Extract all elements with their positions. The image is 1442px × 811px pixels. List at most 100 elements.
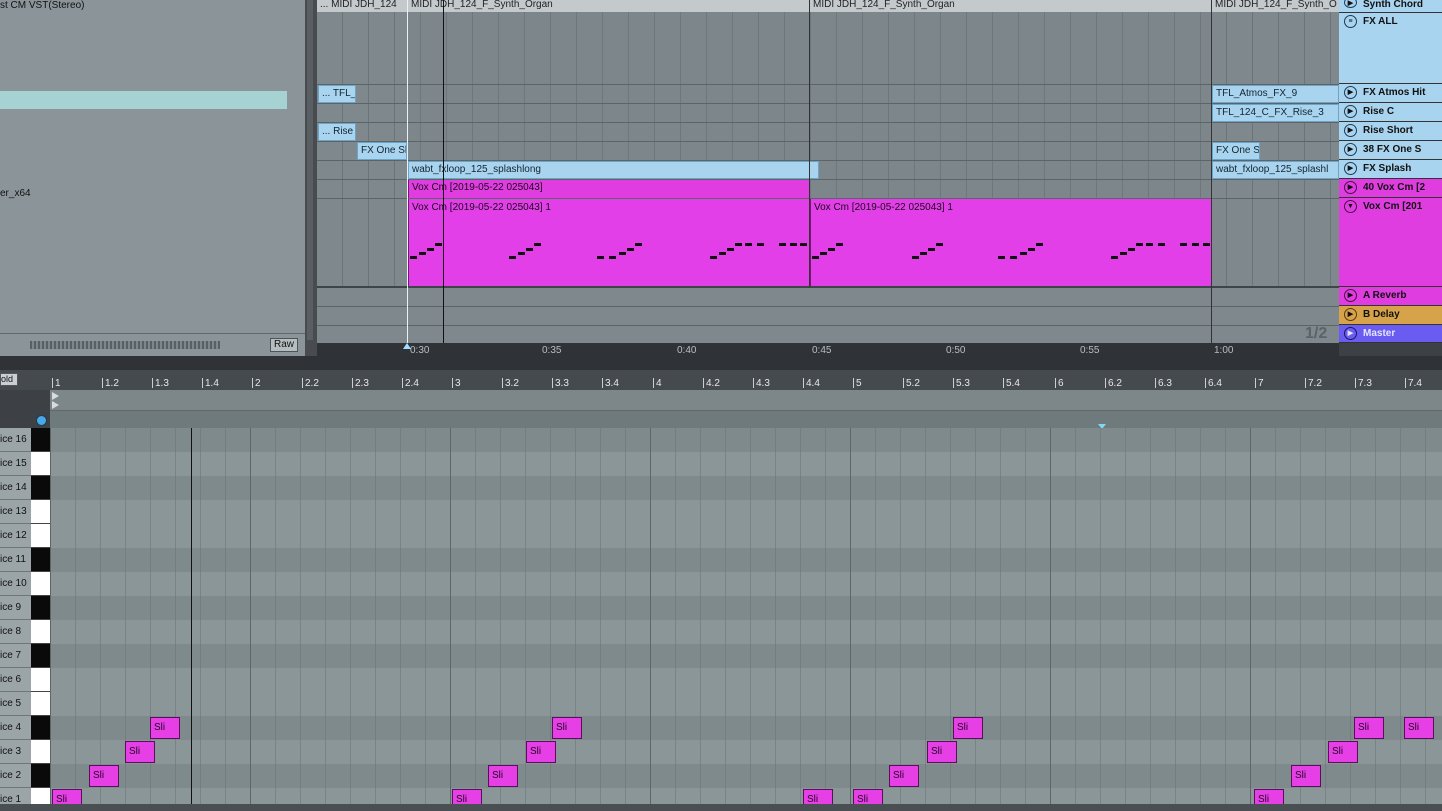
piano-key[interactable] — [31, 572, 50, 596]
roll-row[interactable] — [50, 668, 1442, 692]
piano-key[interactable] — [31, 764, 50, 788]
piano-key[interactable] — [31, 500, 50, 524]
play-icon[interactable]: ▶ — [1344, 143, 1357, 156]
midi-note[interactable]: Sli — [1291, 765, 1321, 787]
track-fx-splash[interactable]: ▶ FX Splash — [1339, 160, 1442, 179]
track-b-delay[interactable]: ▶ B Delay — [1339, 306, 1442, 325]
roll-row[interactable] — [50, 548, 1442, 572]
clip-fxoneshot-left[interactable]: FX One Sh — [357, 142, 407, 160]
track-fx-atmos-hit[interactable]: ▶ FX Atmos Hit — [1339, 84, 1442, 103]
midi-note[interactable]: Sli — [488, 765, 518, 787]
roll-row[interactable] — [50, 740, 1442, 764]
midi-note[interactable]: Sli — [125, 741, 155, 763]
track-fx-all[interactable]: ≡ FX ALL — [1339, 13, 1442, 84]
clip-midi-left[interactable]: ... MIDI JDH_124 — [317, 0, 407, 12]
track-rise-c[interactable]: ▶ Rise C — [1339, 103, 1442, 122]
piano-key[interactable] — [31, 524, 50, 548]
key-label[interactable]: ice 11 — [0, 548, 31, 572]
key-label[interactable]: ice 4 — [0, 716, 31, 740]
piano-key[interactable] — [31, 596, 50, 620]
key-label[interactable]: ice 10 — [0, 572, 31, 596]
piano-key[interactable] — [31, 476, 50, 500]
roll-row[interactable] — [50, 500, 1442, 524]
raw-button[interactable]: Raw — [270, 338, 298, 352]
piano-key[interactable] — [31, 452, 50, 476]
play-icon[interactable]: ▶ — [1344, 327, 1357, 340]
clip-rise-left[interactable]: ... Rise S — [318, 123, 356, 141]
clip-tfl-right[interactable]: TFL_Atmos_FX_9 — [1212, 85, 1339, 103]
key-label[interactable]: ice 15 — [0, 452, 31, 476]
track-fx-one-shot[interactable]: ▶ 38 FX One S — [1339, 141, 1442, 160]
track-synth-chord[interactable]: ▶ Synth Chord — [1339, 0, 1442, 13]
roll-row[interactable] — [50, 716, 1442, 740]
end-marker-icon[interactable] — [52, 401, 59, 409]
key-label[interactable]: ice 2 — [0, 764, 31, 788]
clip-rise-right[interactable]: TFL_124_C_FX_Rise_3 — [1212, 104, 1339, 122]
piano-key[interactable] — [31, 716, 50, 740]
piano-key[interactable] — [31, 548, 50, 572]
splitter[interactable] — [0, 356, 1442, 370]
fold-button[interactable]: old — [0, 373, 18, 386]
play-icon[interactable]: ▶ — [1344, 289, 1357, 302]
piano-key[interactable] — [31, 428, 50, 452]
page-indicator[interactable]: 1/2 — [1305, 325, 1327, 343]
clip-midi-organ-1[interactable]: MIDI JDH_124_F_Synth_Organ — [408, 0, 809, 12]
track-master[interactable]: ▶ Master — [1339, 325, 1442, 343]
midi-note[interactable]: Sli — [1328, 741, 1358, 763]
headphones-icon[interactable] — [36, 415, 47, 426]
roll-row[interactable] — [50, 764, 1442, 788]
midi-note[interactable]: Sli — [150, 717, 180, 739]
piano-key[interactable] — [31, 692, 50, 716]
horizontal-scrollbar[interactable] — [0, 804, 1442, 811]
key-label[interactable]: ice 3 — [0, 740, 31, 764]
roll-row[interactable] — [50, 428, 1442, 452]
clip-vox-small[interactable]: Vox Cm [2019-05-22 025043] — [408, 180, 809, 198]
key-label[interactable]: ice 12 — [0, 524, 31, 548]
midi-note[interactable]: Sli — [1404, 717, 1434, 739]
midi-note[interactable]: Sli — [889, 765, 919, 787]
roll-row[interactable] — [50, 476, 1442, 500]
clip-tfl-left[interactable]: ... TFL_ — [318, 85, 356, 103]
key-label[interactable]: ice 13 — [0, 500, 31, 524]
play-icon[interactable]: ▶ — [1344, 308, 1357, 321]
roll-row[interactable] — [50, 524, 1442, 548]
roll-row[interactable] — [50, 644, 1442, 668]
clip-fxoneshot-right[interactable]: FX One Sh — [1212, 142, 1260, 160]
key-label[interactable]: ice 7 — [0, 644, 31, 668]
roll-row[interactable] — [50, 572, 1442, 596]
piano-key[interactable] — [31, 668, 50, 692]
midi-note[interactable]: Sli — [953, 717, 983, 739]
loop-brace[interactable] — [50, 390, 1442, 411]
key-label[interactable]: ice 6 — [0, 668, 31, 692]
piano-key[interactable] — [31, 740, 50, 764]
track-rise-short[interactable]: ▶ Rise Short — [1339, 122, 1442, 141]
key-label[interactable]: ice 9 — [0, 596, 31, 620]
roll-row[interactable] — [50, 692, 1442, 716]
roll-row[interactable] — [50, 596, 1442, 620]
play-icon[interactable]: ▶ — [1344, 162, 1357, 175]
scrollbar[interactable] — [307, 0, 313, 340]
piano-key[interactable] — [31, 644, 50, 668]
chevron-down-icon[interactable]: ▼ — [1344, 200, 1357, 213]
track-vox[interactable]: ▼ Vox Cm [201 — [1339, 198, 1442, 287]
midi-note[interactable]: Sli — [552, 717, 582, 739]
start-marker-icon[interactable] — [52, 392, 59, 400]
piano-key[interactable] — [31, 620, 50, 644]
clip-splash[interactable]: wabt_fxloop_125_splashlong — [408, 161, 819, 179]
play-icon[interactable]: ▶ — [1344, 124, 1357, 137]
play-icon[interactable]: ▶ — [1344, 0, 1357, 8]
midi-note[interactable]: Sli — [927, 741, 957, 763]
track-vox-40[interactable]: ▶ 40 Vox Cm [2 — [1339, 179, 1442, 198]
play-icon[interactable]: ▶ — [1344, 105, 1357, 118]
midi-note[interactable]: Sli — [89, 765, 119, 787]
key-label[interactable]: ice 8 — [0, 620, 31, 644]
browser-selection[interactable] — [0, 91, 287, 109]
key-label[interactable]: ice 5 — [0, 692, 31, 716]
play-icon[interactable]: ▶ — [1344, 86, 1357, 99]
clip-midi-organ-3[interactable]: MIDI JDH_124_F_Synth_O — [1212, 0, 1339, 12]
midi-note[interactable]: Sli — [1354, 717, 1384, 739]
midi-note[interactable]: Sli — [526, 741, 556, 763]
roll-row[interactable] — [50, 452, 1442, 476]
clip-midi-organ-2[interactable]: MIDI JDH_124_F_Synth_Organ — [810, 0, 1211, 12]
group-icon[interactable]: ≡ — [1344, 15, 1357, 28]
